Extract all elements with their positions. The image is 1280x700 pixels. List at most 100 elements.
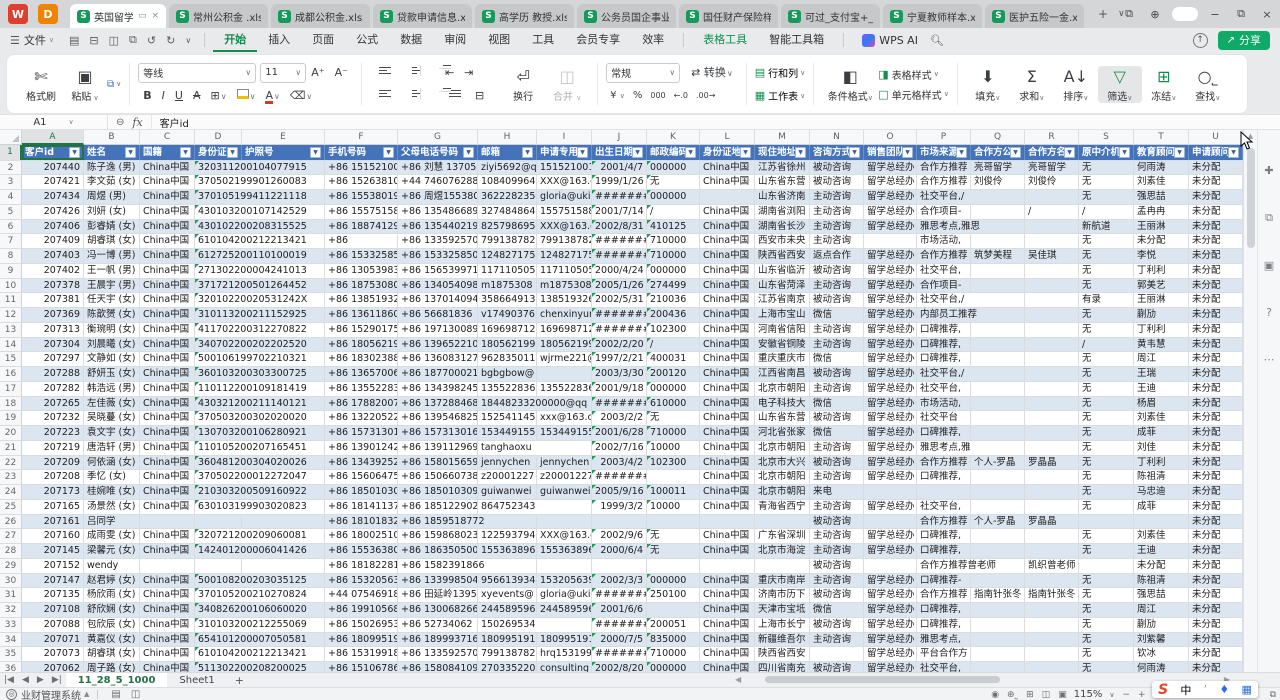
menu-smart-toolbox[interactable]: 智能工具箱 <box>758 28 835 52</box>
cell-U17[interactable]: 未分配 <box>1189 382 1243 396</box>
cell-U6[interactable]: 未分配 <box>1189 220 1243 234</box>
fill-color-button[interactable]: ∨ <box>232 86 261 106</box>
cell-I5[interactable]: 155751588 <box>537 205 592 219</box>
cell-B7[interactable]: 胡睿琪 (女) <box>84 234 140 248</box>
cell-O32[interactable]: 留学总经办 <box>864 603 917 617</box>
cell-G12[interactable]: +86 56681836 <box>398 308 478 322</box>
cell-G11[interactable]: +86 1370140948 <box>398 293 478 307</box>
cell-O2[interactable]: 留学总经办 <box>864 161 917 175</box>
cell-G28[interactable]: +86 1863505000 <box>398 544 478 558</box>
cell-B27[interactable]: 成雨雯 (女) <box>84 529 140 543</box>
cell-H16[interactable]: bgbgbow@ <box>478 367 537 381</box>
cell-S16[interactable]: 无 <box>1079 367 1134 381</box>
cell-L11[interactable]: China中国 <box>700 293 755 307</box>
cell-T25[interactable]: 成菲 <box>1134 500 1189 514</box>
cell-J23[interactable]: ######## <box>592 470 647 484</box>
cell-G6[interactable]: +86 1354402198 <box>398 220 478 234</box>
cell-F22[interactable]: +86 13439252 <box>325 456 398 470</box>
align-right-icon[interactable] <box>430 86 440 106</box>
cell-B26[interactable]: 吕同学 <box>84 515 140 529</box>
rows-cols-button[interactable]: ▤行和列∨ <box>755 61 806 84</box>
cell-A13[interactable]: 207313 <box>22 323 84 337</box>
cell-R24[interactable] <box>1025 485 1079 499</box>
cell-R2[interactable]: 亮哥留学 <box>1025 161 1079 175</box>
ime-mic-icon[interactable]: ♦ <box>1219 683 1229 696</box>
cell-L21[interactable]: China中国 <box>700 441 755 455</box>
row-header-9[interactable]: 9 <box>0 264 22 278</box>
cell-G17[interactable]: +86 1343982452 <box>398 382 478 396</box>
cell-N16[interactable]: 被动咨询 <box>810 367 864 381</box>
cell-G19[interactable]: +86 1395468251 <box>398 411 478 425</box>
cell-C17[interactable]: China中国 <box>140 382 195 396</box>
cell-K14[interactable]: / <box>647 338 700 352</box>
cell-D3[interactable]: 370502199901260083 <box>195 175 242 189</box>
sidebar-clip-icon[interactable]: ▣ <box>1258 259 1280 272</box>
filter-dropdown-icon[interactable]: ▼ <box>1064 147 1075 158</box>
row-header-16[interactable]: 16 <box>0 367 22 381</box>
cell-I25[interactable] <box>537 500 592 514</box>
cell-R21[interactable] <box>1025 441 1079 455</box>
cell-S34[interactable]: 无 <box>1079 633 1134 647</box>
cell-A9[interactable]: 207402 <box>22 264 84 278</box>
cell-C30[interactable]: China中国 <box>140 574 195 588</box>
filter-dropdown-icon[interactable]: ▼ <box>956 147 967 158</box>
cell-A8[interactable]: 207403 <box>22 249 84 263</box>
cell-M5[interactable]: 湖南省浏阳 <box>755 205 810 219</box>
row-header-25[interactable]: 25 <box>0 500 22 514</box>
cell-P27[interactable]: 口碑推荐, <box>917 529 971 543</box>
cell-R19[interactable] <box>1025 411 1079 425</box>
cell-O18[interactable]: 留学总经办 <box>864 397 917 411</box>
cell-A14[interactable]: 207304 <box>22 338 84 352</box>
font-color-button[interactable]: A∨ <box>260 86 284 106</box>
header-cell-F1[interactable]: 手机号码▼ <box>325 145 398 160</box>
cell-H33[interactable]: 150269534 <box>478 618 537 632</box>
cell-G36[interactable]: +86 1580841090 <box>398 662 478 672</box>
cell-G32[interactable]: +86 1300682663 <box>398 603 478 617</box>
cell-U16[interactable]: 未分配 <box>1189 367 1243 381</box>
menu-data[interactable]: 数据 <box>389 28 433 52</box>
cell-U25[interactable]: 未分配 <box>1189 500 1243 514</box>
cell-P33[interactable]: 口碑推荐, <box>917 618 971 632</box>
sidebar-help-icon[interactable]: ? <box>1258 306 1280 319</box>
cell-T12[interactable]: 蒯劢 <box>1134 308 1189 322</box>
cell-T26[interactable] <box>1134 515 1189 529</box>
align-middle-icon[interactable] <box>400 63 430 83</box>
select-all-corner[interactable] <box>0 130 22 145</box>
paste-button[interactable]: ▣ 粘贴 ∨ <box>63 66 107 103</box>
cell-J18[interactable]: ######## <box>592 397 647 411</box>
menu-tools[interactable]: 工具 <box>521 28 565 52</box>
cell-K2[interactable]: 000000 <box>647 161 700 175</box>
cell-G4[interactable]: +86 周煜155380 <box>398 190 478 204</box>
cell-U19[interactable]: 未分配 <box>1189 411 1243 425</box>
cell-L33[interactable]: China中国 <box>700 618 755 632</box>
strikethrough-button[interactable]: A <box>188 86 206 106</box>
cell-D17[interactable]: 110112200109181419 <box>195 382 242 396</box>
header-cell-A1[interactable]: 客户id▼ <box>22 145 84 160</box>
cell-P32[interactable]: 口碑推荐, <box>917 603 971 617</box>
cell-A26[interactable]: 207161 <box>22 515 84 529</box>
cell-S10[interactable]: 无 <box>1079 279 1134 293</box>
filter-dropdown-icon[interactable]: ▼ <box>69 147 80 158</box>
cell-L20[interactable]: China中国 <box>700 426 755 440</box>
addin-system-button[interactable]: ◎ 业财管理系统 ▲ <box>6 687 89 700</box>
cell-S8[interactable]: 无 <box>1079 249 1134 263</box>
cell-R5[interactable]: / <box>1025 205 1079 219</box>
cell-I19[interactable]: xxx@163.c <box>537 411 592 425</box>
cell-Q31[interactable]: 指南针张冬 <box>971 588 1025 602</box>
cell-D34[interactable]: 654101200007050581 <box>195 633 242 647</box>
row-header-21[interactable]: 21 <box>0 441 22 455</box>
cell-L8[interactable]: China中国 <box>700 249 755 263</box>
cell-G22[interactable]: +86 1580156591 <box>398 456 478 470</box>
header-cell-C1[interactable]: 国籍▼ <box>140 145 195 160</box>
cell-P26[interactable]: 合作方推荐 <box>917 515 971 529</box>
cell-H15[interactable]: 962835011 <box>478 352 537 366</box>
cell-U20[interactable]: 未分配 <box>1189 426 1243 440</box>
cell-R29[interactable]: 凯织曾老师 <box>1025 559 1079 573</box>
cell-J30[interactable]: 2002/3/3 <box>592 574 647 588</box>
cell-I16[interactable] <box>537 367 592 381</box>
cell-M30[interactable]: 重庆市南岸 <box>755 574 810 588</box>
cell-A6[interactable]: 207406 <box>22 220 84 234</box>
cell-R31[interactable]: 指南针张冬 <box>1025 588 1079 602</box>
cell-P12[interactable]: 内部员工推荐 <box>917 308 971 322</box>
cell-M36[interactable]: 四川省南充 <box>755 662 810 672</box>
